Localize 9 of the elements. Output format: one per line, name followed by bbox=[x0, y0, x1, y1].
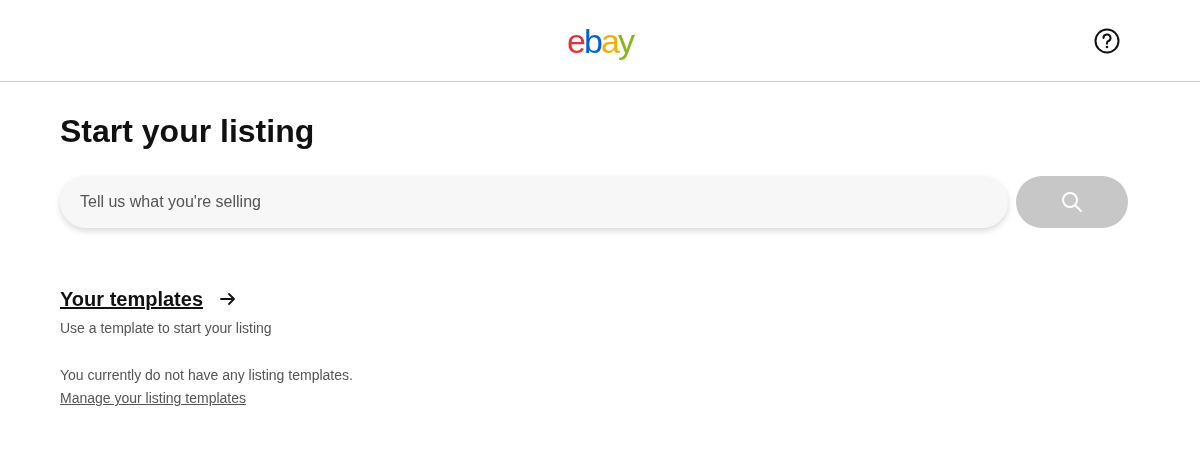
help-icon[interactable] bbox=[1094, 28, 1120, 54]
templates-link[interactable]: Your templates bbox=[60, 284, 203, 315]
manage-templates-link[interactable]: Manage your listing templates bbox=[60, 390, 246, 407]
page-title: Start your listing bbox=[60, 112, 316, 151]
templates-subtitle: Use a template to start your listing bbox=[60, 319, 273, 339]
logo[interactable]: ebay bbox=[567, 23, 633, 58]
search-icon bbox=[1060, 190, 1084, 215]
empty-message: You currently do not have any listing templates. bbox=[60, 366, 354, 386]
search-field[interactable]: Tell us what you're selling bbox=[60, 176, 1008, 229]
